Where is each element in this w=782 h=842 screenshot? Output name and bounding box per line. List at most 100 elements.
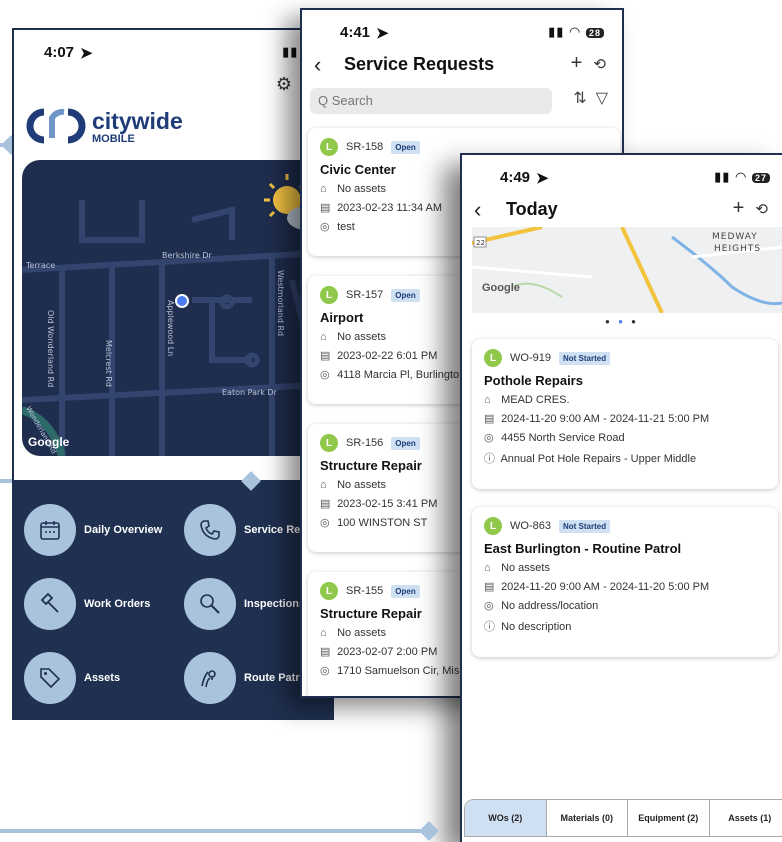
card-date: 2023-02-23 11:34 AM <box>337 202 443 214</box>
location-arrow-icon: ➤ <box>376 25 389 42</box>
today-screen: 4:49 ➤ ▮▮ ◠ 27 ‹ Today + ⟲ 22 MEDWAY HEI… <box>460 153 782 842</box>
menu-label: Work Orders <box>84 598 151 610</box>
page-title: Service Requests <box>344 54 495 74</box>
menu-label: Daily Overview <box>84 524 163 536</box>
menu-daily-overview[interactable]: Daily Overview <box>24 504 162 556</box>
street-label: Westmorland Rd <box>276 270 285 336</box>
tag-icon: ⌂ <box>484 394 491 406</box>
priority-badge: L <box>484 517 502 535</box>
page-indicator: ● ● ● <box>605 317 639 326</box>
tag-icon: ⌂ <box>320 627 327 639</box>
work-order-id: WO-919 <box>510 352 551 364</box>
request-id: SR-156 <box>346 437 384 449</box>
connector-diamond <box>419 821 439 841</box>
bottom-tabs: WOs (2) Materials (0) Equipment (2) Asse… <box>464 799 782 837</box>
calendar-icon: ▤ <box>320 350 331 362</box>
menu-assets[interactable]: Assets <box>24 652 120 704</box>
card-assets: No assets <box>337 331 386 343</box>
status-bar: 4:41 ➤ ▮▮ ◠ 28 <box>302 10 622 50</box>
calendar-icon: ▤ <box>320 202 331 214</box>
card-location: 4118 Marcia Pl, Burlingto <box>337 369 460 381</box>
request-id: SR-157 <box>346 289 384 301</box>
work-order-card[interactable]: L WO-919 Not Started Pothole Repairs ⌂ MEA… <box>472 339 778 489</box>
card-date: 2023-02-15 3:41 PM <box>337 498 438 510</box>
card-location: 1710 Samuelson Cir, Mis <box>337 665 460 677</box>
tag-icon: ⌂ <box>320 183 327 195</box>
tab-assets[interactable]: Assets (1) <box>710 800 782 836</box>
card-date: 2024-11-20 9:00 AM - 2024-11-20 5:00 PM <box>501 581 710 593</box>
street-label: Melcrest Rd <box>104 340 113 387</box>
signal-wifi-icon: ▮▮ ◠ 28 <box>548 24 604 40</box>
gear-icon[interactable]: ⚙ <box>276 74 292 95</box>
location-pin-icon: ◎ <box>484 600 494 612</box>
card-title: East Burlington - Routine Patrol <box>484 541 682 556</box>
priority-badge: L <box>320 138 338 156</box>
sort-icon[interactable]: ⇅ <box>573 90 586 107</box>
card-location: 4455 North Service Road <box>501 432 625 444</box>
battery-icon: 27 <box>751 172 770 183</box>
request-id: SR-158 <box>346 141 384 153</box>
info-icon: ⓘ <box>484 621 495 633</box>
map-streets: Berkshire Dr Terrace Eaton Park Dr Old W… <box>22 174 332 456</box>
card-date: 2023-02-22 6:01 PM <box>337 350 438 362</box>
tab-wos[interactable]: WOs (2) <box>465 800 547 836</box>
card-assets: No assets <box>501 562 550 574</box>
sync-icon[interactable]: ⟲ <box>755 201 768 218</box>
logo-name: citywide <box>92 108 183 134</box>
tag-icon: ⌂ <box>484 562 491 574</box>
location-pin-icon: ◎ <box>320 221 330 233</box>
menu-inspections[interactable]: Inspections <box>184 578 305 630</box>
add-icon[interactable]: + <box>733 197 745 219</box>
menu-service-requests[interactable]: Service Req <box>184 504 307 556</box>
home-map[interactable]: Berkshire Dr Terrace Eaton Park Dr Old W… <box>22 160 332 456</box>
google-logo: Google <box>482 282 520 294</box>
nav-bar: ‹ Today + ⟲ <box>462 195 782 231</box>
filter-icon[interactable]: ▽ <box>596 90 608 107</box>
google-logo: Google <box>28 435 70 449</box>
tag-icon: ⌂ <box>320 479 327 491</box>
status-bar: 4:49 ➤ ▮▮ ◠ 27 <box>462 155 782 195</box>
back-chevron-icon[interactable]: ‹ <box>314 52 321 78</box>
status-time: 4:41 <box>340 24 371 41</box>
street-label: Berkshire Dr <box>162 251 213 260</box>
card-location: 100 WINSTON ST <box>337 517 428 529</box>
status-badge: Not Started <box>558 519 611 533</box>
map-roads: 22 MEDWAY HEIGHTS Google <box>472 227 782 313</box>
tab-equipment[interactable]: Equipment (2) <box>628 800 710 836</box>
location-arrow-icon: ➤ <box>536 170 549 187</box>
location-pin-icon: ◎ <box>484 432 494 444</box>
status-bar: 4:07 ➤ ▮▮ ◠ 63 <box>14 30 332 70</box>
status-badge: Open <box>391 140 420 154</box>
status-badge: Open <box>391 436 420 450</box>
street-label: Eaton Park Dr <box>222 388 278 397</box>
location-arrow-icon: ➤ <box>80 45 93 62</box>
app-logo: citywide MOBILE <box>92 108 183 145</box>
page-title: Today <box>506 199 558 219</box>
add-icon[interactable]: + <box>571 52 583 74</box>
tab-materials[interactable]: Materials (0) <box>547 800 628 836</box>
menu-work-orders[interactable]: Work Orders <box>24 578 150 630</box>
card-assets: No assets <box>337 627 386 639</box>
priority-badge: L <box>320 434 338 452</box>
phone-icon <box>184 504 236 556</box>
card-location: test <box>337 221 355 233</box>
card-date: 2023-02-07 2:00 PM <box>337 646 438 658</box>
main-menu: Daily Overview Service Req Work Orders I… <box>14 480 332 718</box>
info-icon: ⓘ <box>484 453 495 465</box>
location-pin-icon: ◎ <box>320 517 330 529</box>
menu-label: Assets <box>84 672 121 684</box>
sync-icon[interactable]: ⟲ <box>593 56 606 73</box>
back-chevron-icon[interactable]: ‹ <box>474 197 481 223</box>
menu-label: Service Req <box>244 524 307 536</box>
work-order-id: WO-863 <box>510 520 551 532</box>
calendar-icon <box>24 504 76 556</box>
menu-label: Inspections <box>244 598 306 610</box>
home-screen: 4:07 ➤ ▮▮ ◠ 63 ⚙ citywide MOBILE <box>12 28 334 720</box>
menu-route-patrol[interactable]: Route Patrol <box>184 652 309 704</box>
calendar-icon: ▤ <box>484 413 495 425</box>
search-input[interactable]: Q Search <box>310 88 552 114</box>
request-id: SR-155 <box>346 585 384 597</box>
work-order-card[interactable]: L WO-863 Not Started East Burlington - Rou… <box>472 507 778 657</box>
status-badge: Open <box>391 288 420 302</box>
today-map[interactable]: 22 MEDWAY HEIGHTS Google <box>472 227 782 313</box>
